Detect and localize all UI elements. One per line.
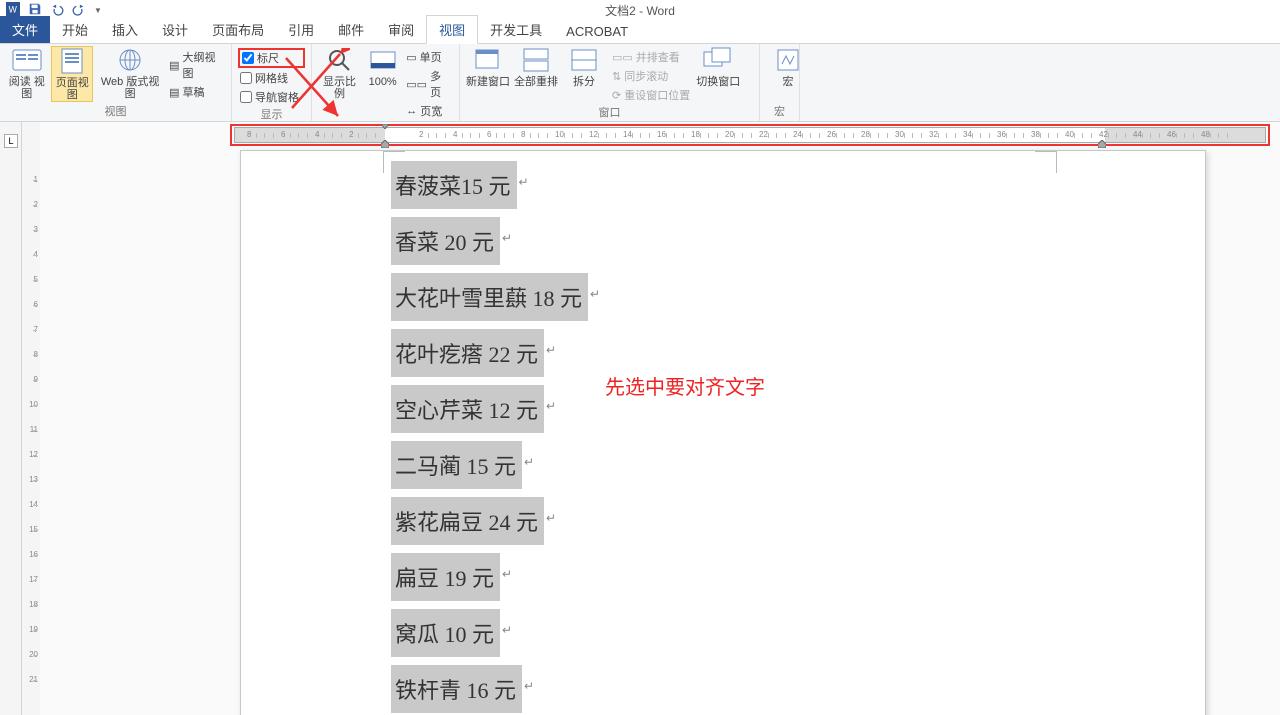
arrange-all-label: 全部重排 (514, 76, 558, 88)
sync-scroll-label: 同步滚动 (624, 68, 668, 84)
paragraph-line[interactable]: 大花叶雪里蕻 18 元 (391, 273, 588, 321)
vertical-ruler[interactable]: 123456789101112131415161718192021 (22, 122, 40, 715)
tab-home[interactable]: 开始 (50, 16, 100, 43)
group-window: 新建窗口 全部重排 拆分 ▭▭并排查看 ⇅同步滚动 ⟳重设窗口位置 切换窗口 窗… (460, 44, 760, 121)
reset-window-icon: ⟳ (612, 89, 621, 102)
ruler-label: 标尺 (257, 50, 279, 66)
group-views-label: 视图 (6, 103, 225, 121)
macros-button[interactable]: 宏 (766, 46, 810, 88)
group-views: 阅读 视图 页面视图 Web 版式视图 ▤ 大纲视图 ▤ 草稿 视图 (0, 44, 232, 121)
switch-windows-label: 切换窗口 (696, 76, 740, 88)
paragraph-line[interactable]: 窝瓜 10 元 (391, 609, 500, 657)
tab-design[interactable]: 设计 (150, 16, 200, 43)
paragraph-line[interactable]: 花叶疙瘩 22 元 (391, 329, 544, 377)
gridlines-checkbox-input[interactable] (240, 72, 252, 84)
read-mode-label: 阅读 视图 (6, 76, 47, 100)
paragraph-list: 春菠菜15 元香菜 20 元大花叶雪里蕻 18 元花叶疙瘩 22 元空心芹菜 1… (391, 161, 1205, 715)
one-page-label: 单页 (420, 49, 442, 65)
page[interactable]: 春菠菜15 元香菜 20 元大花叶雪里蕻 18 元花叶疙瘩 22 元空心芹菜 1… (240, 150, 1206, 715)
group-macros: 宏 宏 (760, 44, 800, 121)
macros-label: 宏 (783, 76, 794, 88)
tab-review[interactable]: 审阅 (376, 16, 426, 43)
horizontal-ruler-highlight: 8642246810121416182022242628303234363840… (230, 124, 1270, 146)
svg-text:W: W (9, 4, 18, 14)
navpane-checkbox-input[interactable] (240, 91, 252, 103)
tab-view[interactable]: 视图 (426, 15, 478, 44)
horizontal-ruler-wrap: 8642246810121416182022242628303234363840… (230, 124, 1270, 150)
left-gutter: L (0, 122, 22, 715)
qat-dropdown-icon[interactable]: ▼ (92, 5, 104, 16)
print-layout-label: 页面视图 (52, 77, 92, 101)
outline-label: 大纲视图 (183, 49, 224, 81)
paragraph-line[interactable]: 紫花扁豆 24 元 (391, 497, 544, 545)
read-mode-button[interactable]: 阅读 视图 (6, 46, 47, 102)
tab-developer[interactable]: 开发工具 (478, 16, 554, 43)
zoom-100-button[interactable]: 100% (365, 46, 400, 120)
page-width-label: 页宽 (420, 103, 442, 119)
side-by-side-label: 并排查看 (636, 49, 680, 65)
one-page-icon: ▭ (406, 51, 416, 64)
document-canvas[interactable]: 8642246810121416182022242628303234363840… (40, 122, 1280, 715)
multi-page-icon: ▭▭ (406, 78, 427, 91)
group-macros-label: 宏 (766, 103, 793, 121)
outline-view-button[interactable]: ▤ 大纲视图 (167, 48, 225, 82)
draft-view-button[interactable]: ▤ 草稿 (167, 83, 225, 101)
paragraph-line[interactable]: 扁豆 19 元 (391, 553, 500, 601)
right-indent[interactable] (1098, 140, 1106, 148)
tab-mailings[interactable]: 邮件 (326, 16, 376, 43)
ribbon-tabs: 文件 开始 插入 设计 页面布局 引用 邮件 审阅 视图 开发工具 ACROBA… (0, 20, 1280, 44)
new-window-button[interactable]: 新建窗口 (466, 46, 510, 104)
annotation-arrow-2 (280, 56, 350, 126)
paragraph-line[interactable]: 二马蔺 15 元 (391, 441, 522, 489)
web-layout-label: Web 版式视图 (97, 76, 163, 100)
side-by-side-icon: ▭▭ (612, 51, 633, 64)
multi-page-label: 多页 (430, 68, 451, 100)
first-line-indent[interactable] (381, 124, 389, 129)
page-corner-tr (1035, 151, 1057, 173)
reset-window-label: 重设窗口位置 (624, 87, 690, 103)
tab-insert[interactable]: 插入 (100, 16, 150, 43)
paragraph-line[interactable]: 铁杆青 16 元 (391, 665, 522, 713)
split-label: 拆分 (573, 76, 595, 88)
switch-windows-button[interactable]: 切换窗口 (696, 46, 740, 104)
work-area: L 123456789101112131415161718192021 8642… (0, 122, 1280, 715)
sync-scroll-icon: ⇅ (612, 70, 621, 83)
hanging-indent[interactable] (381, 140, 389, 148)
zoom-100-label: 100% (369, 76, 397, 88)
paragraph-line[interactable]: 空心芹菜 12 元 (391, 385, 544, 433)
one-page-button[interactable]: ▭ 单页 (404, 48, 453, 66)
web-layout-button[interactable]: Web 版式视图 (97, 46, 163, 102)
split-button[interactable]: 拆分 (562, 46, 606, 104)
side-by-side-button: ▭▭并排查看 (610, 48, 692, 66)
draft-label: 草稿 (183, 84, 205, 100)
tab-references[interactable]: 引用 (276, 16, 326, 43)
multi-page-button[interactable]: ▭▭多页 (404, 67, 453, 101)
tab-selector[interactable]: L (4, 134, 18, 148)
ribbon: 阅读 视图 页面视图 Web 版式视图 ▤大纲视图 ▤草稿 视图 标尺 网格线 … (0, 44, 1280, 122)
document-title: 文档2 - Word (605, 2, 675, 19)
new-window-label: 新建窗口 (466, 76, 510, 88)
tab-layout[interactable]: 页面布局 (200, 16, 276, 43)
sync-scroll-button: ⇅同步滚动 (610, 67, 692, 85)
draft-icon: ▤ (169, 86, 179, 99)
arrange-all-button[interactable]: 全部重排 (514, 46, 558, 104)
horizontal-ruler[interactable]: 8642246810121416182022242628303234363840… (234, 127, 1266, 143)
tab-file[interactable]: 文件 (0, 16, 50, 43)
page-width-button[interactable]: ↔页宽 (404, 102, 453, 120)
group-window-label: 窗口 (466, 104, 753, 122)
outline-icon: ▤ (169, 59, 179, 72)
print-layout-button[interactable]: 页面视图 (51, 46, 93, 102)
tab-acrobat[interactable]: ACROBAT (554, 20, 640, 43)
paragraph-line[interactable]: 春菠菜15 元 (391, 161, 517, 209)
paragraph-line[interactable]: 香菜 20 元 (391, 217, 500, 265)
reset-window-button: ⟳重设窗口位置 (610, 86, 692, 104)
page-width-icon: ↔ (406, 105, 417, 117)
ruler-checkbox-input[interactable] (242, 52, 254, 64)
annotation-text: 先选中要对齐文字 (605, 371, 765, 400)
